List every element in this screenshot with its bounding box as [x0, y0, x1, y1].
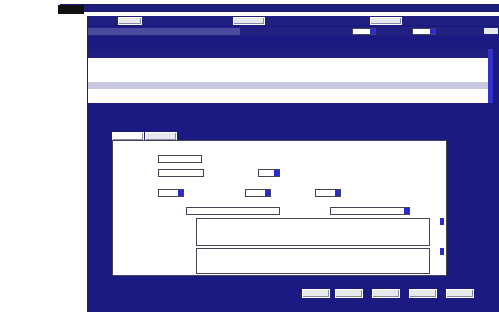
field-input-2[interactable] [158, 169, 204, 177]
field-input-1[interactable] [158, 155, 202, 163]
toolbar-field-2[interactable] [370, 17, 402, 25]
logo [58, 5, 84, 14]
textarea-2[interactable] [196, 248, 430, 274]
search-strip [88, 28, 240, 35]
table-header [88, 49, 493, 58]
textarea-1[interactable] [196, 218, 430, 246]
filter-select-2[interactable] [412, 28, 436, 35]
field-select-3[interactable] [245, 189, 271, 197]
toolbar-icon[interactable] [484, 28, 498, 34]
top-links [420, 5, 494, 9]
app-window [0, 0, 499, 312]
footer-button-3[interactable] [372, 289, 400, 298]
toolbar-row-1 [87, 16, 499, 25]
footer-button-1[interactable] [302, 289, 330, 298]
footer-button-2[interactable] [335, 289, 363, 298]
textarea-2-scrollbar[interactable] [440, 248, 444, 255]
table-scrollbar[interactable] [488, 49, 493, 103]
field-select-4[interactable] [315, 189, 341, 197]
footer-button-4[interactable] [409, 289, 437, 298]
field-select-2[interactable] [158, 189, 184, 197]
textarea-1-scrollbar[interactable] [440, 218, 444, 225]
footer-button-5[interactable] [446, 289, 474, 298]
field-select-5[interactable] [330, 207, 410, 215]
toolbar-button-1[interactable] [118, 17, 142, 25]
field-select-1[interactable] [258, 169, 280, 177]
sidebar [18, 146, 86, 206]
filter-select-1[interactable] [352, 28, 376, 35]
field-input-3[interactable] [186, 207, 280, 215]
toolbar-field-1[interactable] [233, 17, 265, 25]
table-row-selected[interactable] [88, 82, 493, 89]
